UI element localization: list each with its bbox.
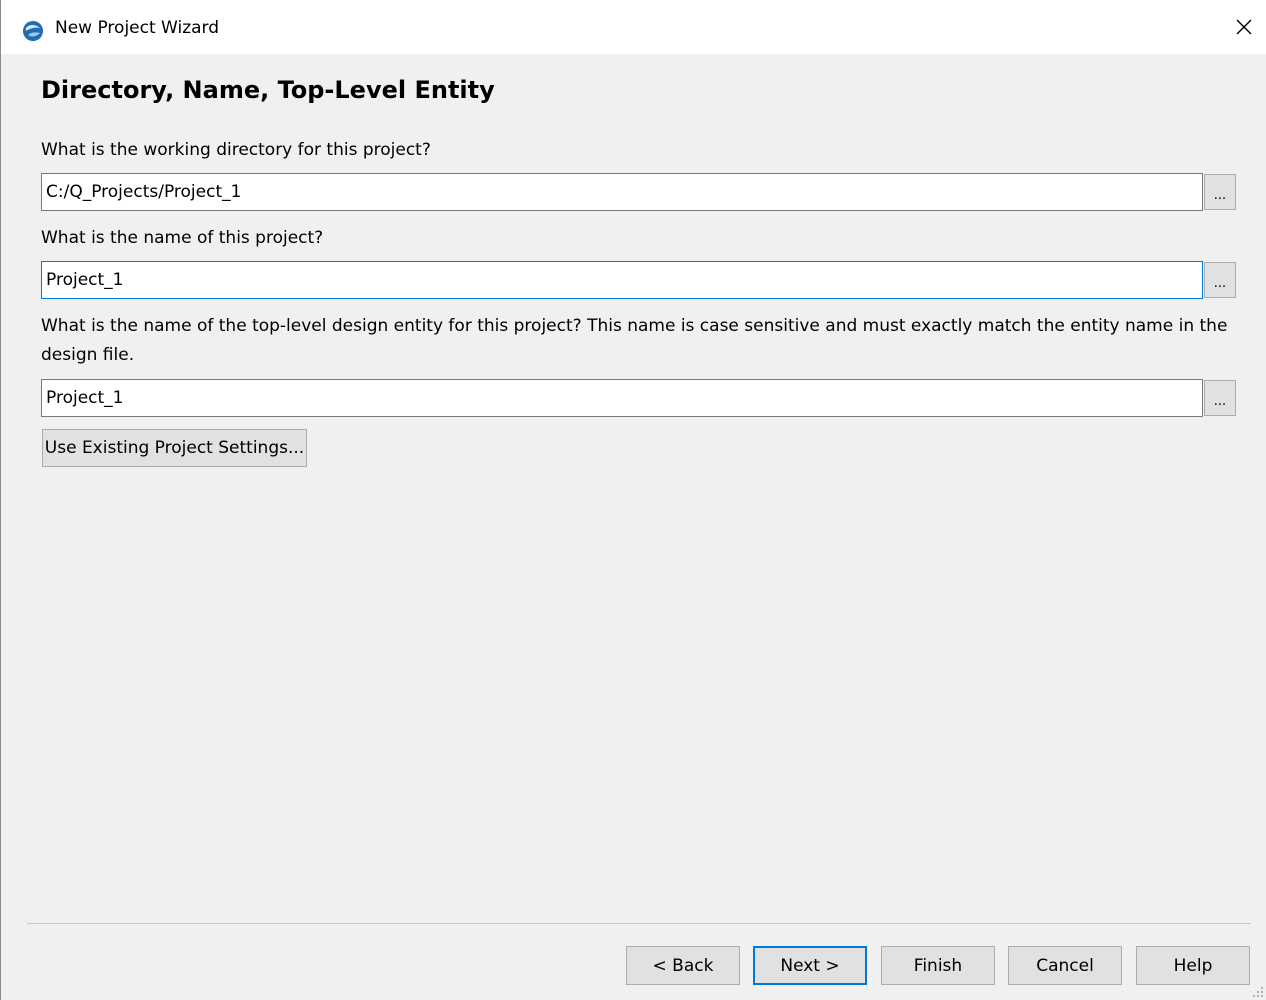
use-existing-settings-button[interactable]: Use Existing Project Settings... <box>42 429 307 467</box>
app-globe-icon <box>21 19 45 43</box>
resize-grip-icon[interactable] <box>1252 986 1264 998</box>
cancel-button[interactable]: Cancel <box>1008 946 1122 985</box>
top-level-entity-input[interactable]: Project_1 <box>41 379 1203 417</box>
directory-browse-button[interactable]: ... <box>1204 174 1236 210</box>
directory-label: What is the working directory for this p… <box>41 140 431 160</box>
project-name-input[interactable]: Project_1 <box>41 261 1203 299</box>
finish-button[interactable]: Finish <box>881 946 995 985</box>
window-title: New Project Wizard <box>55 18 220 38</box>
project-name-label: What is the name of this project? <box>41 228 324 248</box>
close-icon <box>1236 19 1252 35</box>
directory-input[interactable]: C:/Q_Projects/Project_1 <box>41 173 1203 211</box>
next-button[interactable]: Next > <box>753 946 867 985</box>
top-level-entity-browse-button[interactable]: ... <box>1204 380 1236 416</box>
page-title: Directory, Name, Top-Level Entity <box>41 76 495 104</box>
top-level-entity-label: What is the name of the top-level design… <box>41 316 1228 365</box>
title-bar: New Project Wizard <box>1 0 1266 54</box>
back-button[interactable]: < Back <box>626 946 740 985</box>
footer-separator <box>27 923 1251 924</box>
project-name-browse-button[interactable]: ... <box>1204 262 1236 298</box>
help-button[interactable]: Help <box>1136 946 1250 985</box>
new-project-wizard-window: New Project Wizard Directory, Name, Top-… <box>0 0 1266 1000</box>
close-button[interactable] <box>1221 0 1266 54</box>
